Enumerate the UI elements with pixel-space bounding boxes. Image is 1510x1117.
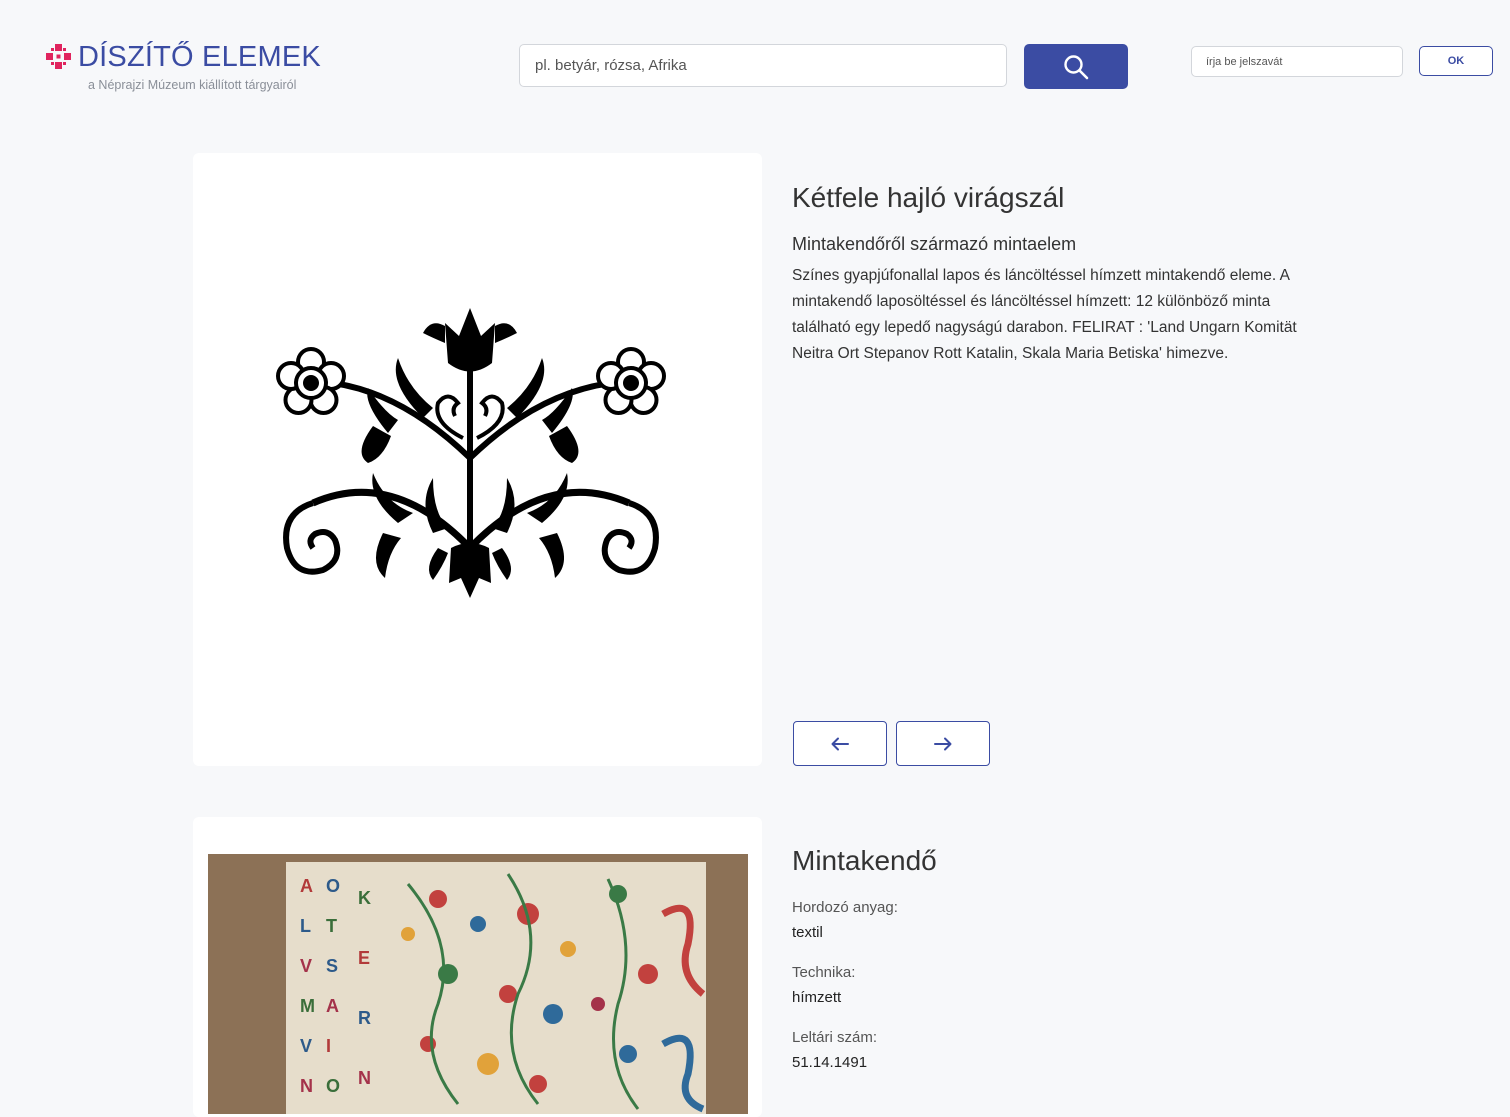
object-image-card: AO LT VS MA VI NO KE RN	[193, 817, 762, 1117]
field-label-material: Hordozó anyag:	[792, 899, 898, 916]
svg-text:O: O	[326, 1076, 340, 1096]
search-input[interactable]	[519, 44, 1007, 87]
ok-button[interactable]: OK	[1419, 46, 1493, 76]
svg-text:I: I	[326, 1036, 331, 1056]
arrow-right-icon	[934, 737, 952, 750]
svg-text:N: N	[358, 1068, 371, 1088]
search-button[interactable]	[1024, 44, 1128, 89]
svg-text:A: A	[326, 996, 339, 1016]
element-info: Kétfele hajló virágszál Mintakendőről sz…	[792, 180, 1332, 367]
svg-text:A: A	[300, 876, 313, 896]
field-label-technique: Technika:	[792, 964, 856, 981]
logo-mark-icon	[46, 44, 71, 69]
svg-text:R: R	[358, 1008, 371, 1028]
svg-text:L: L	[300, 916, 311, 936]
previous-button[interactable]	[793, 721, 887, 766]
logo-subtitle: a Néprajzi Múzeum kiállított tárgyairól	[88, 78, 297, 92]
element-subtitle: Mintakendőről származó mintaelem	[792, 234, 1077, 254]
field-value-technique: hímzett	[792, 989, 842, 1006]
element-image-card	[193, 153, 762, 766]
svg-text:K: K	[358, 888, 371, 908]
svg-text:V: V	[300, 956, 312, 976]
svg-text:E: E	[358, 948, 370, 968]
arrow-left-icon	[831, 737, 849, 750]
svg-text:N: N	[300, 1076, 313, 1096]
svg-text:S: S	[326, 956, 338, 976]
element-description: Színes gyapjúfonallal lapos és láncöltés…	[792, 267, 1297, 362]
svg-text:T: T	[326, 916, 337, 936]
element-title: Kétfele hajló virágszál	[792, 182, 1065, 213]
object-title: Mintakendő	[792, 845, 937, 876]
field-value-material: textil	[792, 924, 823, 941]
svg-text:O: O	[326, 876, 340, 896]
floral-motif-icon	[276, 308, 666, 598]
object-info: Mintakendő Hordozó anyag: textil Technik…	[792, 843, 1332, 1073]
svg-text:M: M	[300, 996, 315, 1016]
logo-title: DÍSZÍTŐ ELEMEK	[78, 41, 321, 73]
svg-text:V: V	[300, 1036, 312, 1056]
search-icon	[1064, 54, 1089, 79]
next-button[interactable]	[896, 721, 990, 766]
field-label-inventory: Leltári szám:	[792, 1029, 878, 1046]
password-field[interactable]	[1191, 46, 1403, 77]
embroidered-cloth-photo: AO LT VS MA VI NO KE RN	[208, 854, 748, 1114]
field-value-inventory: 51.14.1491	[792, 1054, 868, 1071]
